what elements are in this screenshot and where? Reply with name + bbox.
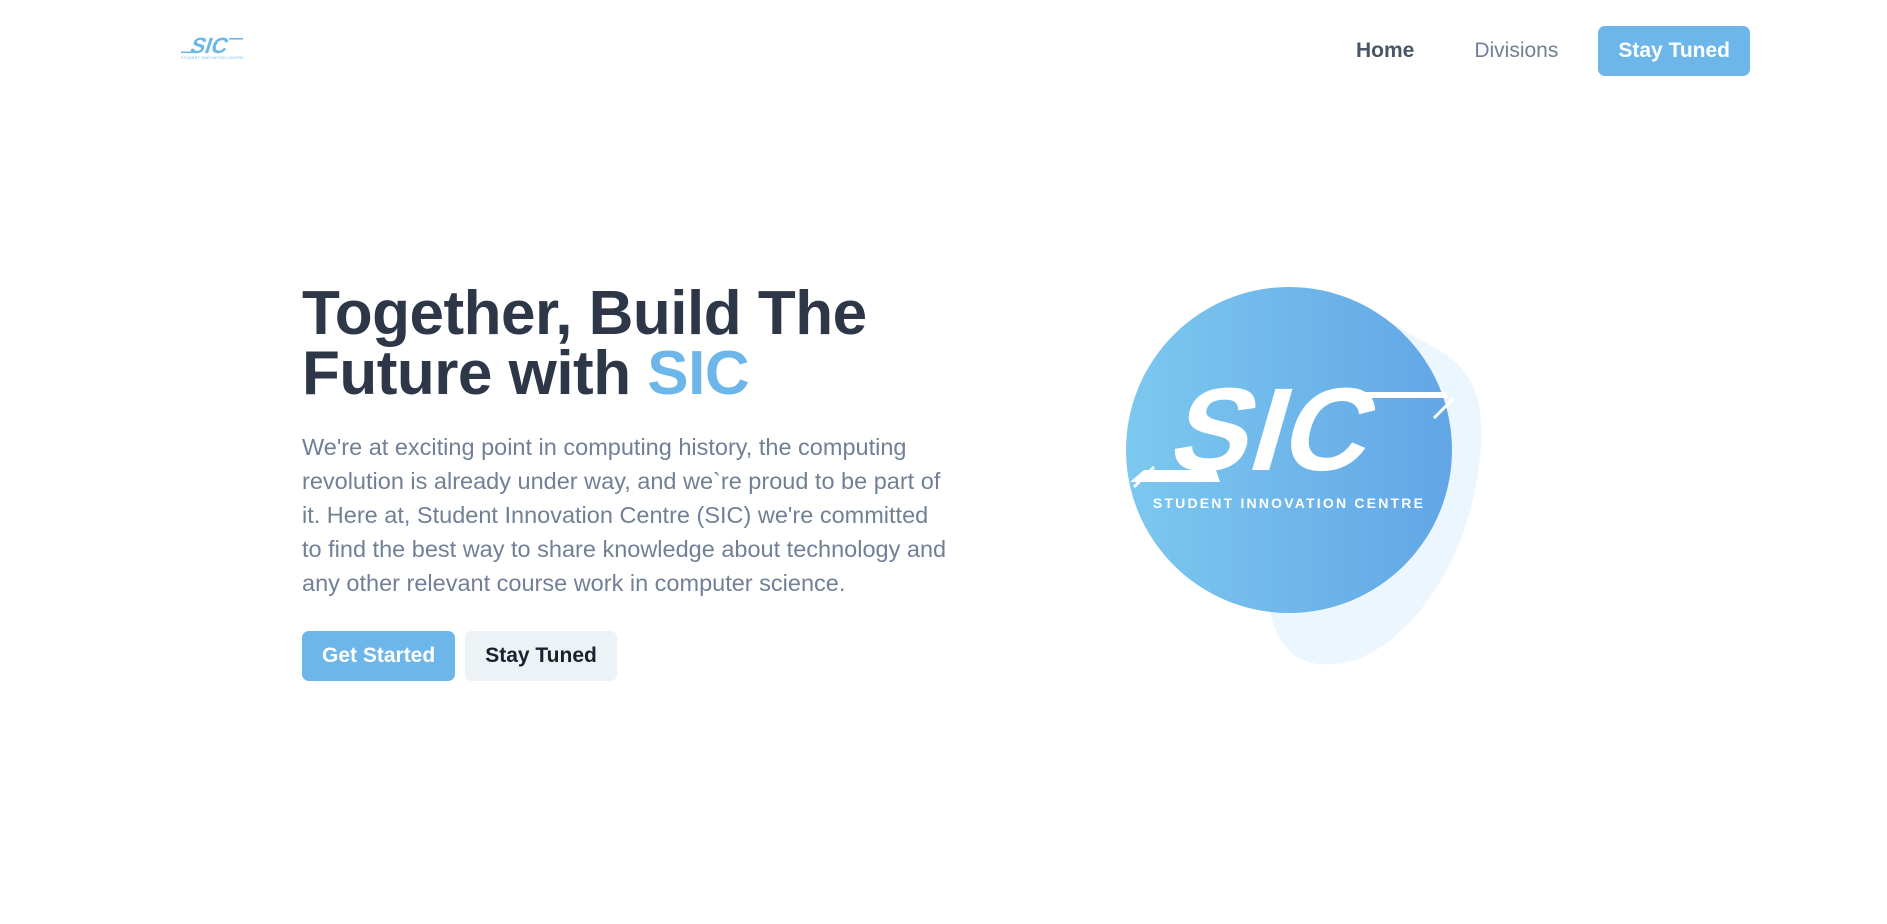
hero-title: Together, Build The Future with SIC (302, 283, 962, 405)
nav-stay-tuned-button[interactable]: Stay Tuned (1598, 26, 1750, 76)
hero-title-accent: SIC (647, 339, 750, 408)
nav-link-divisions[interactable]: Divisions (1474, 26, 1558, 76)
svg-text:STUDENT INNOVATION CENTRE: STUDENT INNOVATION CENTRE (181, 56, 244, 60)
hero-section: Together, Build The Future with SIC We'r… (302, 283, 962, 681)
landing-page: SIC STUDENT INNOVATION CENTRE Home Divis… (0, 0, 1887, 924)
navbar: SIC STUDENT INNOVATION CENTRE Home Divis… (0, 0, 1887, 102)
hero-buttons: Get Started Stay Tuned (302, 631, 962, 681)
hero-description: We're at exciting point in computing his… (302, 434, 947, 596)
hero-title-line1: Together, Build The (302, 279, 867, 348)
stay-tuned-button[interactable]: Stay Tuned (465, 631, 617, 681)
nav-link-home[interactable]: Home (1356, 26, 1414, 76)
hero-title-line2: Future with (302, 339, 648, 408)
sic-logo[interactable]: SIC STUDENT INNOVATION CENTRE (181, 34, 245, 60)
svg-text:STUDENT INNOVATION CENTRE: STUDENT INNOVATION CENTRE (1153, 495, 1425, 511)
svg-text:SIC: SIC (187, 34, 232, 58)
nav-links: Home Divisions Stay Tuned (1356, 26, 1750, 76)
get-started-button[interactable]: Get Started (302, 631, 456, 681)
sic-emblem-illustration: SIC STUDENT INNOVATION CENTRE (1126, 287, 1482, 665)
